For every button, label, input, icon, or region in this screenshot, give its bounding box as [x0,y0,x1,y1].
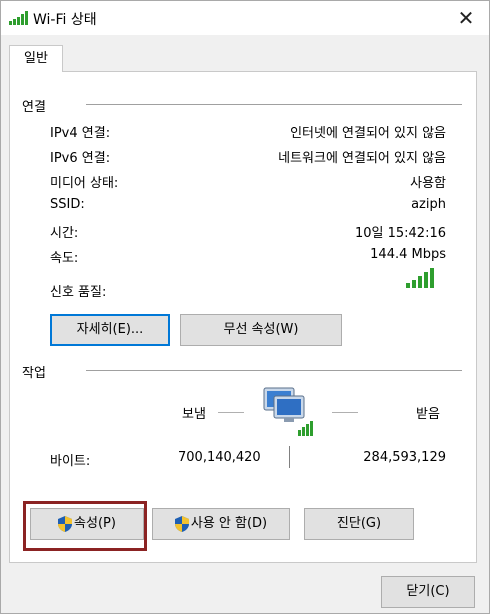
connection-section-title: 연결 [22,100,46,115]
tab-panel-general: 연결 IPv4 연결: 인터넷에 연결되어 있지 않음 IPv6 연결: 네트워… [9,71,477,563]
ipv4-value: 인터넷에 연결되어 있지 않음 [290,126,446,141]
received-line [332,412,358,413]
received-label: 받음 [416,407,440,422]
disable-button[interactable]: 사용 안 함(D) [152,508,290,540]
wifi-status-window: Wi-Fi 상태 ✕ 일반 연결 IPv4 연결: 인터넷에 연결되어 있지 않… [0,0,490,614]
ipv6-label: IPv6 연결: [50,151,111,166]
close-button[interactable]: 닫기(C) [381,576,475,608]
signal-strength-icon [406,268,434,288]
sent-label: 보냄 [182,407,206,422]
media-state-value: 사용함 [410,176,446,191]
activity-section-title: 작업 [22,366,46,381]
ipv4-label: IPv4 연결: [50,126,111,141]
diagnose-button[interactable]: 진단(G) [304,508,414,540]
duration-label: 시간: [50,226,79,241]
media-state-label: 미디어 상태: [50,176,119,191]
window-title: Wi-Fi 상태 [33,12,97,28]
section-divider [86,104,462,105]
close-icon[interactable]: ✕ [453,5,479,31]
disable-button-label: 사용 안 함(D) [190,516,268,531]
bytes-label: 바이트: [50,454,91,469]
ssid-value: aziph [411,197,446,212]
network-computers-icon [263,387,313,436]
sent-line [218,412,244,413]
wifi-signal-icon [9,11,28,25]
bytes-sent-value: 700,140,420 [178,450,261,465]
duration-value: 10일 15:42:16 [354,226,446,241]
speed-label: 속도: [50,251,79,266]
signal-quality-label: 신호 품질: [50,285,107,300]
uac-shield-icon [174,515,189,532]
bytes-separator [289,446,290,468]
ssid-label: SSID: [50,197,85,212]
tab-general[interactable]: 일반 [9,45,63,72]
properties-highlight-box [23,501,147,551]
speed-value: 144.4 Mbps [370,247,446,262]
title-bar: Wi-Fi 상태 ✕ [1,1,489,35]
bytes-received-value: 284,593,129 [363,450,446,465]
details-button[interactable]: 자세히(E)... [50,314,170,346]
section-divider [86,370,462,371]
ipv6-value: 네트워크에 연결되어 있지 않음 [278,151,446,166]
wireless-properties-button[interactable]: 무선 속성(W) [180,314,342,346]
